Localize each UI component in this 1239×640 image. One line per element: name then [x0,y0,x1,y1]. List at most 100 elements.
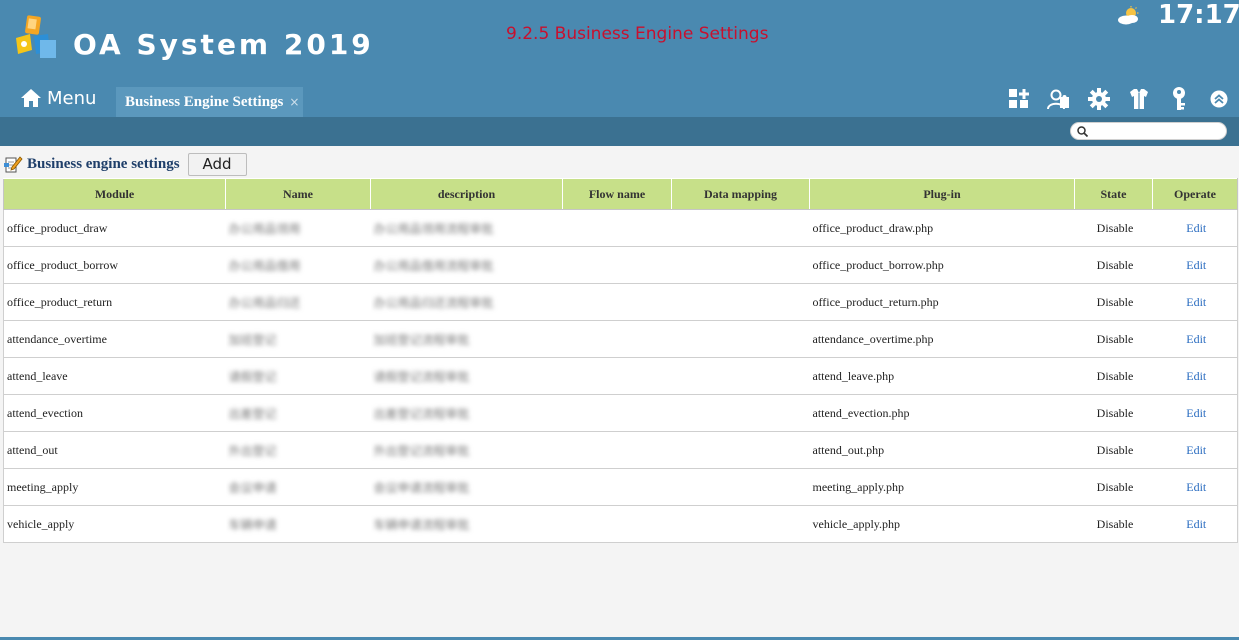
column-header-operate[interactable]: Operate [1152,178,1238,210]
edit-link[interactable]: Edit [1186,480,1206,494]
cell-plug-in: attendance_overtime.php [809,320,1075,358]
oa-logo-icon [16,15,56,58]
cell-module: attend_evection [3,394,226,432]
edit-link[interactable]: Edit [1186,517,1206,531]
cell-description-text: 加班登记流程审批 [373,332,470,347]
cell-state: Disable [1074,505,1153,543]
app-title: OA System 2019 [73,28,374,61]
cell-state: Disable [1074,468,1153,506]
edit-link[interactable]: Edit [1186,406,1206,420]
cell-flow-name [562,246,672,284]
cell-operate: Edit [1152,505,1238,543]
cell-plug-in: attend_out.php [809,431,1075,469]
table-row: attendance_overtime 加班登记 加班登记流程审批 attend… [3,320,1238,358]
key-icon[interactable] [1167,87,1191,111]
menu-label: Menu [47,87,97,109]
cell-name-text: 请假登记 [228,369,277,384]
cell-plug-in: attend_leave.php [809,357,1075,395]
cell-state: Disable [1074,320,1153,358]
cell-data-mapping [671,468,810,506]
cell-module: attend_leave [3,357,226,395]
chevron-up-icon[interactable] [1207,87,1231,111]
table-row: office_product_return 办公用品归还 办公用品归还流程审批 … [3,283,1238,321]
edit-link[interactable]: Edit [1186,443,1206,457]
cell-name: 办公用品领用 [225,209,371,247]
cell-description: 出差登记流程审批 [370,394,563,432]
cell-description-text: 会议申请流程审批 [373,480,470,495]
cell-name-text: 出差登记 [228,406,277,421]
cell-name: 加班登记 [225,320,371,358]
cell-name-text: 加班登记 [228,332,277,347]
section-title: Business engine settings [27,155,180,172]
cell-operate: Edit [1152,468,1238,506]
cell-description: 办公用品领用流程审批 [370,209,563,247]
cell-operate: Edit [1152,209,1238,247]
cell-name: 办公用品借用 [225,246,371,284]
column-header-description[interactable]: description [370,178,563,210]
edit-link[interactable]: Edit [1186,258,1206,272]
section-header: Business engine settings Add [3,152,247,176]
cell-description-text: 请假登记流程审批 [373,369,470,384]
cell-flow-name [562,357,672,395]
cell-module: attendance_overtime [3,320,226,358]
cell-description-text: 办公用品归还流程审批 [373,295,494,310]
cell-operate: Edit [1152,320,1238,358]
cell-plug-in: vehicle_apply.php [809,505,1075,543]
cell-plug-in: office_product_return.php [809,283,1075,321]
cell-state: Disable [1074,431,1153,469]
user-puzzle-icon[interactable] [1047,87,1071,111]
cell-operate: Edit [1152,431,1238,469]
cell-plug-in: attend_evection.php [809,394,1075,432]
cell-data-mapping [671,209,810,247]
column-header-name[interactable]: Name [225,178,371,210]
table-row: office_product_borrow 办公用品借用 办公用品借用流程审批 … [3,246,1238,284]
cell-description: 加班登记流程审批 [370,320,563,358]
column-header-state[interactable]: State [1074,178,1153,210]
edit-link[interactable]: Edit [1186,295,1206,309]
cell-name: 会议申请 [225,468,371,506]
cell-name-text: 办公用品领用 [228,221,301,236]
tab-business-engine-settings[interactable]: Business Engine Settings × [116,87,303,117]
apps-add-icon[interactable] [1007,87,1031,111]
cell-data-mapping [671,246,810,284]
column-header-data-mapping[interactable]: Data mapping [671,178,810,210]
cell-description: 办公用品借用流程审批 [370,246,563,284]
cell-state: Disable [1074,246,1153,284]
cell-description-text: 出差登记流程审批 [373,406,470,421]
table-row: meeting_apply 会议申请 会议申请流程审批 meeting_appl… [3,468,1238,506]
shirt-icon[interactable] [1127,87,1151,111]
edit-link[interactable]: Edit [1186,332,1206,346]
table-header-row: Module Name description Flow name Data m… [3,178,1238,210]
cell-name-text: 办公用品借用 [228,258,301,273]
cell-description-text: 车辆申请流程审批 [373,517,470,532]
table-row: attend_evection 出差登记 出差登记流程审批 attend_eve… [3,394,1238,432]
app-header: OA System 2019 9.2.5 Business Engine Set… [0,0,1239,146]
cell-data-mapping [671,320,810,358]
edit-link[interactable]: Edit [1186,369,1206,383]
home-icon [21,89,41,107]
cell-flow-name [562,209,672,247]
cell-name: 车辆申请 [225,505,371,543]
add-button[interactable]: Add [187,152,247,176]
column-header-plug-in[interactable]: Plug-in [809,178,1075,210]
table-row: attend_out 外出登记 外出登记流程审批 attend_out.php … [3,431,1238,469]
gear-icon[interactable] [1087,87,1111,111]
tab-close-icon[interactable]: × [289,95,299,109]
search-icon [1077,126,1088,137]
document-edit-icon [4,156,23,173]
cell-flow-name [562,468,672,506]
search-input[interactable] [1091,124,1221,138]
cell-description-text: 办公用品领用流程审批 [373,221,494,236]
column-header-module[interactable]: Module [3,178,226,210]
menu-button[interactable]: Menu [20,84,96,112]
cell-flow-name [562,394,672,432]
business-engine-table: Module Name description Flow name Data m… [3,178,1238,543]
cell-description: 车辆申请流程审批 [370,505,563,543]
cell-module: meeting_apply [3,468,226,506]
cell-module: attend_out [3,431,226,469]
search-box[interactable] [1070,122,1227,140]
column-header-flow-name[interactable]: Flow name [562,178,672,210]
cell-operate: Edit [1152,283,1238,321]
edit-link[interactable]: Edit [1186,221,1206,235]
cell-description: 会议申请流程审批 [370,468,563,506]
